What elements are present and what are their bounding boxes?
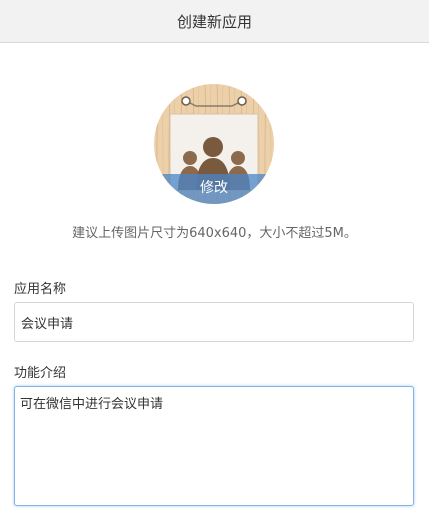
description-label: 功能介绍 — [14, 366, 67, 381]
page-title: 创建新应用 — [176, 12, 252, 31]
description-textarea[interactable]: 可在微信中进行会议申请 — [14, 386, 414, 506]
upload-hint-text: 建议上传图片尺寸为640x640，大小不超过5M。 — [72, 226, 357, 241]
top-bar: 创建新应用 — [0, 0, 429, 43]
app-name-input[interactable] — [14, 302, 414, 342]
app-avatar-upload[interactable]: 修改 — [154, 84, 274, 204]
edit-avatar-label[interactable]: 修改 — [154, 174, 274, 204]
app-name-label: 应用名称 — [14, 282, 67, 297]
